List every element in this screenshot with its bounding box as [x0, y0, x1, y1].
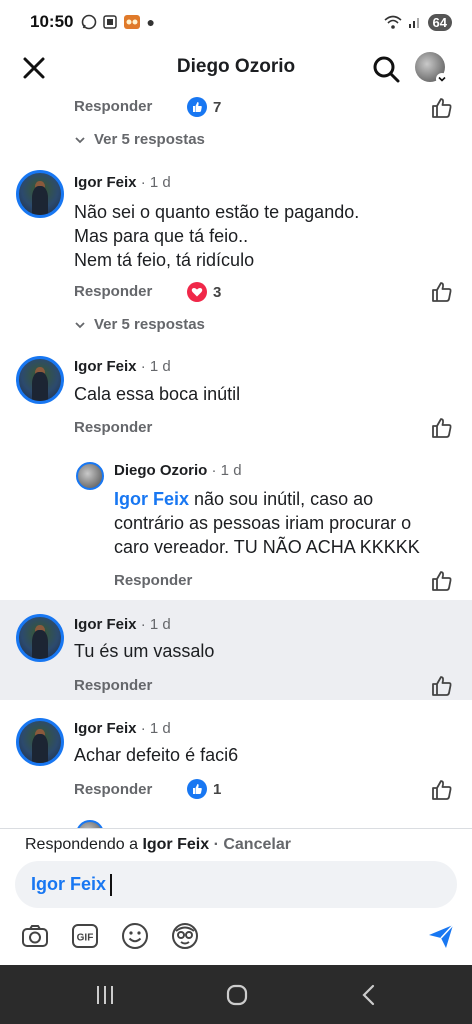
- like-icon[interactable]: [431, 281, 453, 303]
- game-icon: [124, 15, 141, 29]
- like-icon[interactable]: [431, 675, 453, 697]
- reply-button[interactable]: Responder: [74, 283, 152, 300]
- reply-composer: Respondendo a Igor Feix · Cancelar Igor …: [0, 828, 472, 965]
- highlighted-comment-bg: [0, 600, 472, 700]
- avatar[interactable]: [76, 462, 104, 490]
- reply-button[interactable]: Responder: [74, 677, 152, 694]
- top-bar: Diego Ozorio: [0, 44, 472, 92]
- comment-author[interactable]: Igor Feix · 1 d: [74, 720, 171, 737]
- reaction-count-label: 3: [213, 283, 222, 301]
- reaction-count[interactable]: 1: [187, 779, 221, 799]
- comment-author[interactable]: Diego Ozorio · 1 d: [114, 462, 242, 479]
- signal-icon: [408, 18, 419, 28]
- avatar-sticker-icon[interactable]: [170, 921, 200, 951]
- page-title: Diego Ozorio: [176, 56, 296, 77]
- composer-toolbar: GIF: [0, 917, 472, 957]
- screenshot-icon: [103, 15, 118, 29]
- comment-time: · 1 d: [140, 720, 171, 737]
- camera-icon[interactable]: [20, 921, 50, 951]
- svg-text:GIF: GIF: [77, 933, 94, 944]
- like-count: 7: [213, 98, 222, 116]
- emoji-icon[interactable]: [120, 921, 150, 951]
- chevron-down-icon: [75, 136, 85, 143]
- view-replies-label: Ver 5 respostas: [94, 316, 205, 333]
- comment-text: Tu és um vassalo: [74, 641, 215, 661]
- reply-button[interactable]: Responder: [74, 419, 152, 436]
- avatar[interactable]: [76, 820, 104, 828]
- status-time: 10:50: [30, 12, 74, 31]
- back-icon[interactable]: [356, 982, 382, 1008]
- love-reaction-icon: [187, 282, 207, 302]
- comment-time: · 1 d: [211, 462, 242, 479]
- profile-avatar-button[interactable]: [415, 52, 449, 86]
- comment-time: · 1 d: [140, 616, 171, 633]
- notification-dot-icon: ●: [146, 14, 155, 30]
- chevron-down-icon: [436, 73, 448, 85]
- comment-time: · 1 d: [140, 358, 171, 375]
- like-icon[interactable]: [431, 417, 453, 439]
- reaction-count[interactable]: 7: [187, 97, 221, 117]
- like-icon[interactable]: [431, 97, 453, 119]
- reply-button[interactable]: Responder: [74, 781, 152, 798]
- like-reaction-icon: [187, 97, 207, 117]
- status-bar: 10:50 ● 64: [0, 0, 472, 44]
- comment-author[interactable]: Igor Feix · 1 d: [74, 174, 171, 191]
- reply-button[interactable]: Responder: [74, 98, 152, 115]
- send-icon[interactable]: [426, 921, 456, 951]
- input-mention: Igor Feix: [31, 874, 107, 894]
- comment-author[interactable]: Igor Feix · 1 d: [74, 616, 171, 633]
- comment-text: Não sei o quanto estão te pagando. Mas p…: [74, 202, 360, 270]
- like-count: 1: [213, 780, 222, 798]
- mention-link[interactable]: Igor Feix: [114, 489, 189, 509]
- system-navigation-bar: [0, 965, 472, 1024]
- comment-text: Cala essa boca inútil: [74, 384, 241, 404]
- gif-icon[interactable]: GIF: [70, 921, 100, 951]
- like-reaction-icon: [187, 779, 207, 799]
- search-icon[interactable]: [371, 54, 401, 84]
- view-replies-label: Ver 5 respostas: [94, 131, 205, 148]
- avatar[interactable]: [16, 718, 64, 766]
- battery-indicator: 64: [427, 13, 452, 31]
- avatar[interactable]: [16, 170, 64, 218]
- avatar[interactable]: [16, 614, 64, 662]
- comment-input[interactable]: Igor Feix: [15, 861, 457, 908]
- like-icon[interactable]: [431, 779, 453, 801]
- view-replies-button[interactable]: Ver 5 respostas: [74, 316, 205, 333]
- like-icon[interactable]: [431, 570, 453, 592]
- chevron-down-icon: [75, 321, 85, 328]
- comment-thread[interactable]: Responder 7 Ver 5 respostas Igor Feix · …: [0, 92, 472, 828]
- recent-apps-icon[interactable]: [92, 982, 118, 1008]
- avatar[interactable]: [16, 356, 64, 404]
- replying-to-label: Respondendo a Igor Feix · Cancelar: [25, 836, 291, 853]
- comment-text: Igor Feix não sou inútil, caso ao contrá…: [114, 489, 420, 557]
- home-icon[interactable]: [224, 982, 250, 1008]
- view-replies-button[interactable]: Ver 5 respostas: [74, 131, 205, 148]
- comment-author[interactable]: Igor Feix · 1 d: [74, 358, 171, 375]
- comment-text: Achar defeito é faci6: [74, 745, 239, 765]
- reply-button[interactable]: Responder: [114, 572, 192, 589]
- text-caret: [110, 873, 112, 896]
- whatsapp-icon: [82, 14, 97, 30]
- wifi-icon: [384, 15, 402, 29]
- cancel-reply-button[interactable]: · Cancelar: [214, 836, 291, 853]
- reaction-count[interactable]: 3: [187, 282, 221, 302]
- comment-time: · 1 d: [140, 174, 171, 191]
